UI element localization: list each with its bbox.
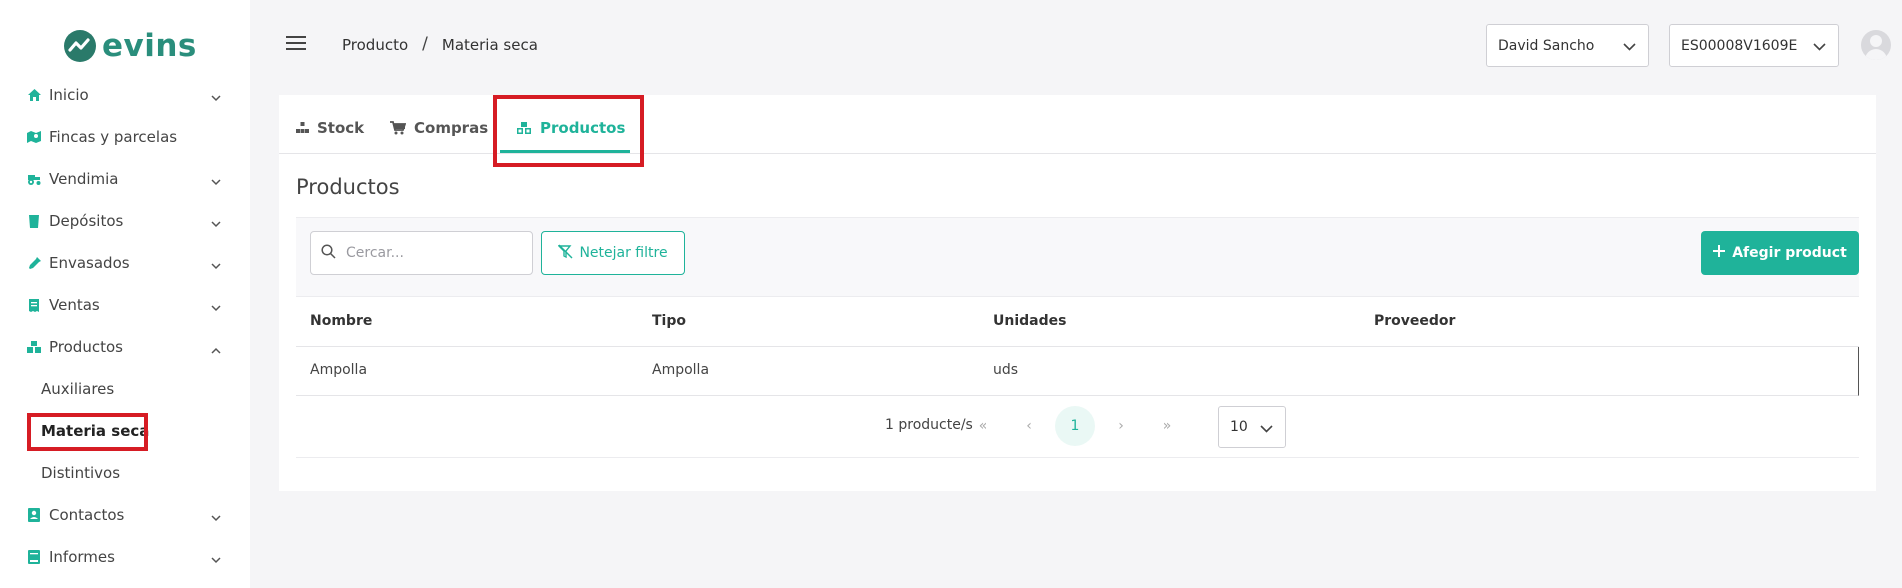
winery-select[interactable]: ES00008V1609E (1669, 24, 1839, 67)
column-header-nombre[interactable]: Nombre (310, 313, 372, 329)
search-icon (321, 243, 336, 263)
content-card: Stock Compras Productos Productos Neteja… (279, 95, 1876, 491)
cart-icon (390, 121, 406, 135)
boxes-icon (26, 339, 42, 355)
column-header-tipo[interactable]: Tipo (652, 313, 686, 329)
logo-text: evins (102, 28, 197, 64)
chevron-down-icon (211, 256, 221, 274)
user-select-value: David Sancho (1498, 37, 1595, 54)
chevron-down-icon (211, 172, 221, 190)
chevron-down-icon (211, 88, 221, 106)
clear-filter-label: Netejar filtre (579, 245, 668, 261)
tab-stock[interactable]: Stock (296, 115, 364, 141)
chevron-down-icon (211, 214, 221, 232)
chevron-down-icon (211, 508, 221, 526)
prev-page-button[interactable]: ‹ (1009, 406, 1049, 446)
sidebar-item-label: Productos (49, 338, 123, 356)
chevron-down-icon (211, 550, 221, 568)
sidebar-subitem-distintivos[interactable]: Distintivos (41, 458, 120, 488)
record-count: 1 producte/s (885, 417, 973, 433)
sidebar-item-depositos[interactable]: Depósitos (26, 206, 226, 236)
sidebar-item-label: Informes (49, 548, 115, 566)
cell-nombre: Ampolla (310, 362, 368, 378)
first-page-button[interactable]: « (963, 406, 1003, 446)
sidebar-item-label: Depósitos (49, 212, 124, 230)
sidebar-item-label: Ventas (49, 296, 100, 314)
chevron-down-icon (1260, 421, 1273, 437)
logo[interactable]: evins (64, 28, 197, 64)
tank-icon (26, 213, 42, 229)
table-row[interactable]: Ampolla Ampolla uds (296, 347, 1859, 396)
receipt-icon (26, 297, 42, 313)
chevron-down-icon (1813, 39, 1826, 55)
book-icon (26, 549, 42, 565)
stock-icon (296, 122, 309, 134)
sidebar-item-ventas[interactable]: Ventas (26, 290, 226, 320)
pagination: 1 producte/s « ‹ 1 › » 10 (296, 396, 1859, 458)
chevron-down-icon (211, 298, 221, 316)
breadcrumb-item-materia-seca: Materia seca (441, 36, 538, 54)
cell-unidades: uds (993, 362, 1019, 378)
search-input[interactable] (346, 245, 516, 261)
sidebar-item-inicio[interactable]: Inicio (26, 80, 226, 110)
add-product-button[interactable]: Afegir product (1701, 231, 1859, 275)
contact-icon (26, 507, 42, 523)
home-icon (26, 87, 42, 103)
menu-toggle-icon[interactable] (286, 36, 306, 54)
plus-icon (1713, 245, 1726, 261)
tab-compras[interactable]: Compras (390, 115, 488, 141)
winery-select-value: ES00008V1609E (1681, 37, 1798, 54)
highlight-box (493, 95, 644, 167)
chevron-down-icon (1623, 39, 1636, 55)
table-header: Nombre Tipo Unidades Proveedor (296, 297, 1859, 347)
breadcrumb-item-producto[interactable]: Producto (342, 36, 408, 54)
breadcrumb-separator: / (422, 34, 428, 54)
next-page-button[interactable]: › (1101, 406, 1141, 446)
column-header-unidades[interactable]: Unidades (993, 313, 1066, 329)
tab-label: Stock (317, 119, 365, 137)
bottle-icon (26, 255, 42, 271)
user-select[interactable]: David Sancho (1486, 24, 1649, 67)
sidebar-item-contactos[interactable]: Contactos (26, 500, 226, 530)
sidebar-item-fincas[interactable]: Fincas y parcelas (26, 122, 226, 152)
add-product-label: Afegir product (1732, 245, 1847, 261)
page-size-select[interactable]: 10 (1218, 406, 1286, 448)
map-icon (26, 129, 42, 145)
table-toolbar: Netejar filtre Afegir product (296, 217, 1859, 297)
user-avatar[interactable] (1861, 30, 1891, 60)
logo-mark-icon (64, 30, 96, 62)
breadcrumb: Producto / Materia seca (342, 34, 538, 54)
sidebar-item-envasados[interactable]: Envasados (26, 248, 226, 278)
column-header-proveedor[interactable]: Proveedor (1374, 313, 1455, 329)
last-page-button[interactable]: » (1147, 406, 1187, 446)
tractor-icon (26, 171, 42, 187)
page-1-button[interactable]: 1 (1055, 406, 1095, 446)
sidebar-item-informes[interactable]: Informes (26, 542, 226, 572)
clear-filter-button[interactable]: Netejar filtre (541, 231, 685, 275)
sidebar: evins Inicio Fincas y parcelas Vendimia … (0, 0, 250, 588)
sidebar-item-label: Contactos (49, 506, 125, 524)
section-title: Productos (296, 175, 400, 199)
tab-label: Compras (414, 119, 489, 137)
filter-clear-icon (557, 244, 573, 263)
chevron-up-icon (211, 340, 221, 358)
sidebar-item-label: Envasados (49, 254, 130, 272)
sidebar-subitem-auxiliares[interactable]: Auxiliares (41, 374, 114, 404)
sidebar-item-label: Fincas y parcelas (49, 128, 178, 146)
sidebar-item-vendimia[interactable]: Vendimia (26, 164, 226, 194)
sidebar-item-label: Inicio (49, 86, 89, 104)
search-field[interactable] (310, 231, 533, 275)
cell-tipo: Ampolla (652, 362, 710, 378)
page-size-value: 10 (1230, 419, 1248, 435)
sidebar-item-productos[interactable]: Productos (26, 332, 226, 362)
highlight-box (27, 413, 148, 451)
sidebar-item-label: Vendimia (49, 170, 119, 188)
